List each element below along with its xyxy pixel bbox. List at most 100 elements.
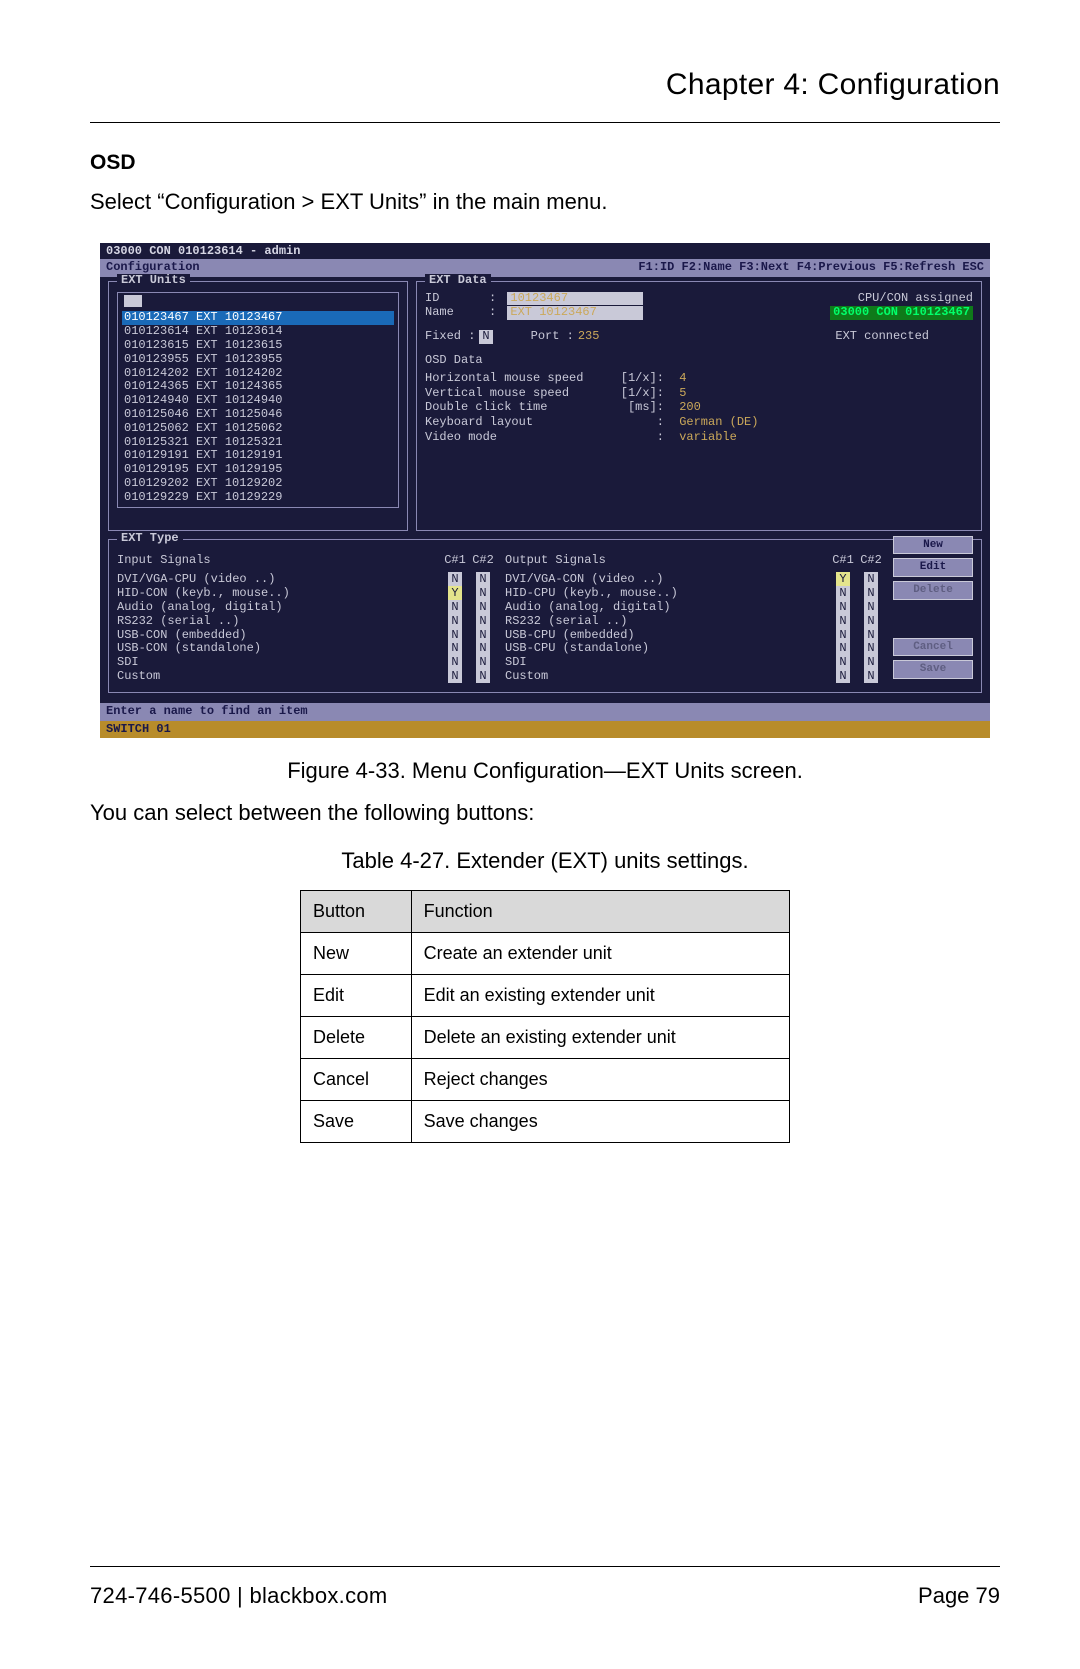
list-item[interactable]: 010129229 EXT 10129229 [118,491,398,505]
signal-c2[interactable]: N [469,656,497,670]
td-function: Edit an existing extender unit [411,975,789,1017]
td-button: Delete [301,1017,412,1059]
name-value[interactable]: EXT 10123467 [510,305,596,319]
signal-c2[interactable]: N [857,642,885,656]
signal-c1[interactable]: N [829,642,857,656]
signal-c2[interactable]: N [469,642,497,656]
fixed-value[interactable]: N [479,330,492,344]
save-button[interactable]: Save [893,660,973,679]
vmode-value[interactable]: variable [679,431,737,445]
signal-name: RS232 (serial ..) [505,615,829,629]
signal-c1[interactable]: N [441,615,469,629]
signal-c2[interactable]: N [857,587,885,601]
input-signals-col: Input SignalsC#1C#2 DVI/VGA-CPU (video .… [117,554,497,684]
signal-c1[interactable]: Y [441,587,469,601]
signal-c1[interactable]: Y [829,573,857,587]
new-button[interactable]: New [893,536,973,555]
hmouse-value[interactable]: 4 [679,372,686,386]
dclick-value[interactable]: 200 [679,401,701,415]
name-label: Name [425,306,485,320]
table-row: NewCreate an extender unit [301,933,790,975]
signal-c2[interactable]: N [469,587,497,601]
list-cursor [124,295,142,307]
list-item[interactable]: 010123615 EXT 10123615 [118,339,398,353]
signal-c1[interactable]: N [829,670,857,684]
signal-row: HID-CPU (keyb., mouse..)NN [505,587,885,601]
ext-units-label: EXT Units [117,274,190,288]
signal-c2[interactable]: N [857,573,885,587]
signal-c1[interactable]: N [441,642,469,656]
table-row: EditEdit an existing extender unit [301,975,790,1017]
table-row: DeleteDelete an existing extender unit [301,1017,790,1059]
signal-row: USB-CON (standalone)NN [117,642,497,656]
list-item[interactable]: 010124365 EXT 10124365 [118,380,398,394]
td-function: Delete an existing extender unit [411,1017,789,1059]
signal-c2[interactable]: N [469,615,497,629]
td-function: Create an extender unit [411,933,789,975]
signal-c2[interactable]: N [857,656,885,670]
output-signals-hdr: Output Signals [505,554,829,568]
signal-name: RS232 (serial ..) [117,615,441,629]
signal-c1[interactable]: N [441,573,469,587]
signal-c2[interactable]: N [857,670,885,684]
ext-type-panel: EXT Type Input SignalsC#1C#2 DVI/VGA-CPU… [108,539,982,693]
delete-button[interactable]: Delete [893,581,973,600]
signal-c1[interactable]: N [441,629,469,643]
menubar-right: F1:ID F2:Name F3:Next F4:Previous F5:Ref… [638,261,984,275]
port-label: Port : [531,330,574,344]
kblayout-value[interactable]: German (DE) [679,416,758,430]
footer-contact: 724-746-5500 | blackbox.com [90,1583,388,1609]
chapter-title: Chapter 4: Configuration [90,68,1000,102]
signal-c1[interactable]: N [829,629,857,643]
list-item[interactable]: 010125321 EXT 10125321 [118,436,398,450]
vmouse-label: Vertical mouse speed [425,387,615,401]
output-signals-col: Output SignalsC#1C#2 DVI/VGA-CON (video … [505,554,885,684]
signal-c1[interactable]: N [829,601,857,615]
vmouse-value[interactable]: 5 [679,387,686,401]
find-hint: Enter a name to find an item [100,703,990,721]
signal-c2[interactable]: N [469,670,497,684]
list-item[interactable]: 010123467 EXT 10123467 [122,311,394,325]
list-item[interactable]: 010123614 EXT 10123614 [118,325,398,339]
list-item[interactable]: 010125046 EXT 10125046 [118,408,398,422]
ext-data-label: EXT Data [425,274,491,288]
hmouse-label: Horizontal mouse speed [425,372,615,386]
osd-menubar[interactable]: Configuration F1:ID F2:Name F3:Next F4:P… [100,259,990,277]
signal-c2[interactable]: N [857,629,885,643]
instruction: Select “Configuration > EXT Units” in th… [90,189,1000,215]
signal-row: DVI/VGA-CPU (video ..)NN [117,573,497,587]
signal-name: USB-CPU (embedded) [505,629,829,643]
signal-c1[interactable]: N [441,601,469,615]
td-function: Reject changes [411,1059,789,1101]
list-item[interactable]: 010129195 EXT 10129195 [118,463,398,477]
rule-bottom [90,1566,1000,1567]
list-item[interactable]: 010124202 EXT 10124202 [118,367,398,381]
signal-c2[interactable]: N [857,601,885,615]
signal-c2[interactable]: N [857,615,885,629]
signal-row: USB-CON (embedded)NN [117,629,497,643]
signal-name: Custom [505,670,829,684]
dclick-label: Double click time [425,401,615,415]
signal-c2[interactable]: N [469,629,497,643]
cancel-button[interactable]: Cancel [893,638,973,657]
signal-row: HID-CON (keyb., mouse..)YN [117,587,497,601]
page-root: Chapter 4: Configuration OSD Select “Con… [0,0,1080,1669]
list-item[interactable]: 010124940 EXT 10124940 [118,394,398,408]
id-value[interactable]: 10123467 [510,291,568,305]
signal-c1[interactable]: N [441,656,469,670]
signal-c1[interactable]: N [829,587,857,601]
list-item[interactable]: 010129202 EXT 10129202 [118,477,398,491]
lead-text: You can select between the following but… [90,800,1000,826]
signal-c1[interactable]: N [829,615,857,629]
signal-c1[interactable]: N [829,656,857,670]
list-item[interactable]: 010129191 EXT 10129191 [118,449,398,463]
list-item[interactable]: 010123955 EXT 10123955 [118,353,398,367]
signal-row: SDINN [117,656,497,670]
status-bar: SWITCH 01 [100,721,990,739]
signal-c2[interactable]: N [469,601,497,615]
signal-c2[interactable]: N [469,573,497,587]
signal-c1[interactable]: N [441,670,469,684]
ext-units-list[interactable]: 010123467 EXT 10123467 010123614 EXT 101… [117,292,399,508]
list-item[interactable]: 010125062 EXT 10125062 [118,422,398,436]
edit-button[interactable]: Edit [893,558,973,577]
